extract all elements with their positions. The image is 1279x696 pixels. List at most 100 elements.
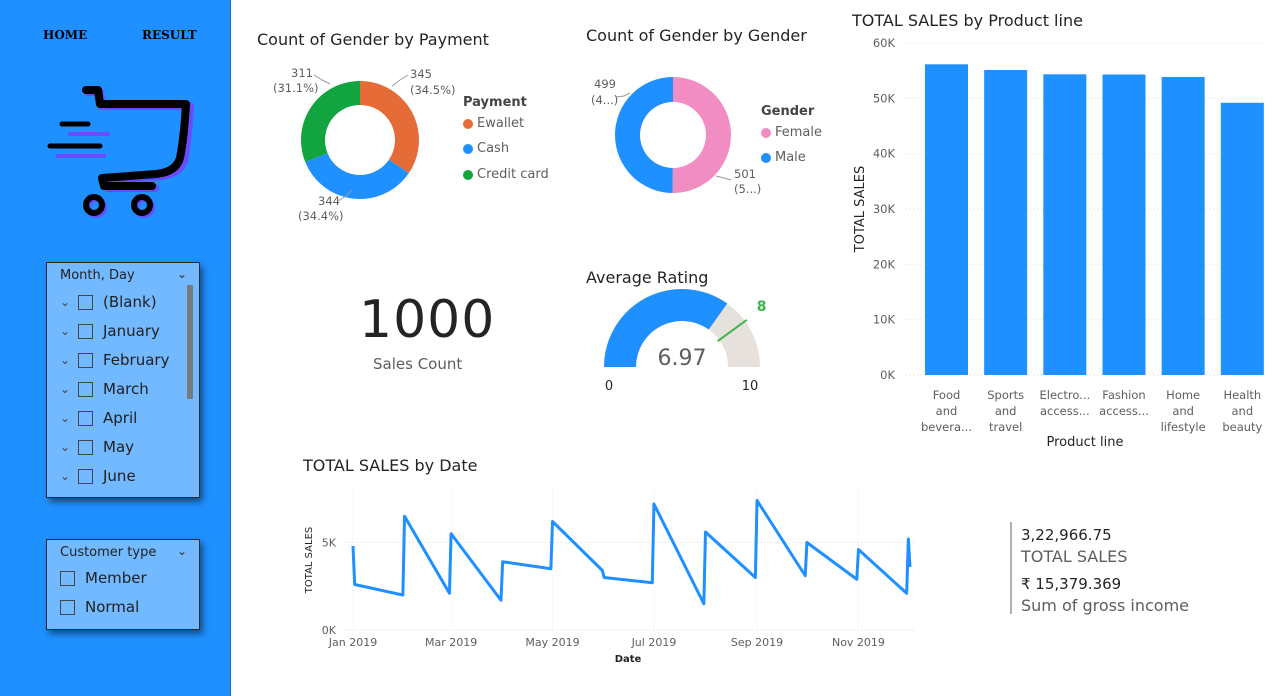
x-tick-label: and: [995, 404, 1017, 418]
slicer-item-label: March: [103, 380, 149, 398]
chevron-down-icon[interactable]: ⌄: [60, 411, 78, 425]
chevron-down-icon[interactable]: ⌄: [60, 324, 78, 338]
slicer-item-label: June: [103, 467, 136, 485]
chevron-down-icon[interactable]: ⌄: [60, 382, 78, 396]
y-tick-label: 10K: [873, 313, 896, 327]
x-axis-title: Product line: [1047, 435, 1124, 450]
slicer-scrollbar[interactable]: [187, 285, 193, 399]
gender-donut-title: Count of Gender by Gender: [586, 26, 807, 45]
sales-by-date-line-chart[interactable]: 0K5KJan 2019 Mar 2019 May 2019 Jul 2019 Sep …: [295, 480, 920, 670]
x-tick-label: Home: [1166, 388, 1200, 402]
legend-item-cash[interactable]: Cash: [463, 141, 509, 156]
slicer-item-3[interactable]: ⌄ March: [60, 378, 149, 400]
x-tick-label: travel: [989, 420, 1022, 434]
shopping-cart-icon: [47, 86, 194, 218]
nav-result-button[interactable]: RESULT: [142, 28, 197, 42]
gauge-target-label: 8: [757, 299, 767, 315]
checkbox[interactable]: [78, 410, 93, 426]
x-tick-label: Health: [1223, 388, 1261, 402]
bar[interactable]: [1102, 74, 1146, 375]
checkbox[interactable]: [78, 352, 93, 368]
sales-line[interactable]: [351, 499, 912, 606]
chevron-down-icon[interactable]: ⌄: [60, 469, 78, 483]
y-tick-label: 30K: [873, 202, 896, 216]
legend-item-credit-card[interactable]: Credit card: [463, 167, 549, 182]
data-label-value: 344: [318, 194, 340, 208]
product-line-bar-chart[interactable]: 0K 10K 20K 30K 40K 50K 60K Food and bevera... Spor…: [845, 30, 1270, 455]
total-sales-value: 3,22,966.75: [1021, 526, 1112, 544]
checkbox[interactable]: [78, 294, 93, 310]
y-tick-label: 5K: [322, 537, 337, 550]
y-tick-label: 20K: [873, 257, 896, 271]
slicer-item-0[interactable]: ⌄ (Blank): [60, 291, 157, 313]
gross-income-label: Sum of gross income: [1021, 596, 1190, 615]
slicer-item-4[interactable]: ⌄ April: [60, 407, 137, 429]
bar[interactable]: [1220, 102, 1264, 375]
x-tick-label: Nov 2019: [832, 636, 885, 649]
x-tick-label: and: [1232, 404, 1254, 418]
x-tick-label: and: [1172, 404, 1194, 418]
gender-donut-chart[interactable]: [605, 70, 741, 206]
donut-slice-male[interactable]: [615, 77, 673, 193]
slicer-item-6[interactable]: ⌄ June: [60, 465, 136, 487]
checkbox[interactable]: [60, 599, 75, 615]
card-accent-bar: [1010, 522, 1012, 614]
chevron-down-icon[interactable]: ⌄: [177, 267, 187, 281]
chevron-down-icon[interactable]: ⌄: [60, 295, 78, 309]
checkbox[interactable]: [78, 323, 93, 339]
payment-legend-title: Payment: [463, 95, 527, 110]
x-tick-label: Jan 2019: [328, 636, 377, 649]
total-sales-label: TOTAL SALES: [1021, 547, 1128, 566]
average-rating-gauge[interactable]: 8 6.97 0 10: [590, 285, 780, 400]
slicer-item-1[interactable]: ⌄ January: [60, 320, 160, 342]
bar-chart-title: TOTAL SALES by Product line: [852, 11, 1083, 30]
slicer-item-5[interactable]: ⌄ May: [60, 436, 134, 458]
checkbox[interactable]: [78, 439, 93, 455]
legend-item-ewallet[interactable]: Ewallet: [463, 116, 524, 131]
dashboard: HOME RESULT Month, Day ⌄ ⌄ (Blank) ⌄ Januar…: [0, 0, 1279, 696]
chevron-down-icon[interactable]: ⌄: [177, 544, 187, 558]
checkbox[interactable]: [78, 381, 93, 397]
data-label-value: 345: [410, 67, 432, 81]
x-tick-label: access...: [1040, 404, 1090, 418]
payment-donut-title: Count of Gender by Payment: [257, 30, 489, 49]
y-axis-title: TOTAL SALES: [304, 527, 315, 595]
x-tick-label: Electro...: [1040, 388, 1091, 402]
x-tick-label: bevera...: [921, 420, 972, 434]
customer-type-item-1[interactable]: Normal: [60, 596, 139, 618]
customer-type-item-0[interactable]: Member: [60, 567, 147, 589]
data-label-percent: (34.5%): [410, 83, 456, 97]
bar[interactable]: [1043, 74, 1087, 375]
gender-legend-title: Gender: [761, 104, 815, 119]
data-label-percent: (5...): [734, 182, 762, 196]
legend-dot-icon: [463, 143, 473, 154]
data-label-value: 311: [291, 66, 313, 80]
slicer-item-label: January: [103, 322, 160, 340]
checkbox[interactable]: [78, 468, 93, 484]
x-tick-label: Jul 2019: [631, 636, 677, 649]
gauge-value-label: 6.97: [658, 346, 707, 371]
chevron-down-icon[interactable]: ⌄: [60, 353, 78, 367]
sidebar: HOME RESULT Month, Day ⌄ ⌄ (Blank) ⌄ Januar…: [0, 0, 231, 696]
bar[interactable]: [984, 69, 1028, 375]
slicer-item-label: February: [103, 351, 170, 369]
customer-type-slicer[interactable]: Customer type ⌄ Member Normal: [46, 539, 200, 630]
legend-item-male[interactable]: Male: [761, 150, 806, 165]
sales-count-label: Sales Count: [373, 355, 463, 373]
x-tick-label: Mar 2019: [425, 636, 477, 649]
slicer-item-label: April: [103, 409, 138, 427]
bar[interactable]: [925, 64, 968, 376]
gauge-min-label: 0: [605, 379, 613, 394]
chevron-down-icon[interactable]: ⌄: [60, 440, 78, 454]
x-tick-label: beauty: [1222, 420, 1262, 434]
month-day-slicer[interactable]: Month, Day ⌄ ⌄ (Blank) ⌄ January ⌄ February ⌄ M…: [46, 262, 200, 498]
sales-count-value: 1000: [359, 290, 496, 350]
slicer-item-2[interactable]: ⌄ February: [60, 349, 169, 371]
donut-slice-female[interactable]: [672, 77, 732, 193]
checkbox[interactable]: [60, 570, 75, 586]
nav-home-button[interactable]: HOME: [43, 28, 87, 42]
x-axis-title: Date: [615, 654, 642, 665]
legend-item-female[interactable]: Female: [761, 125, 822, 140]
x-tick-label: May 2019: [525, 636, 579, 649]
bar[interactable]: [1161, 76, 1205, 376]
